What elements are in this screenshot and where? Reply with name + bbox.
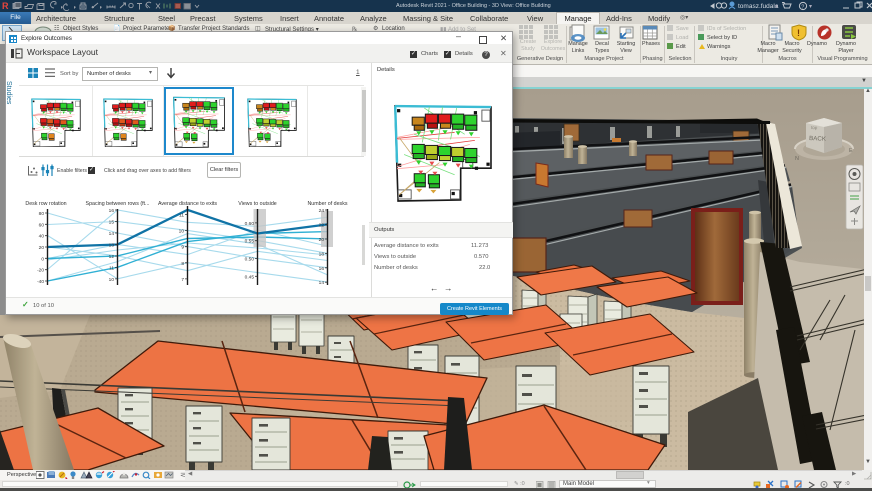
svg-text:12: 12 <box>109 254 115 260</box>
svg-text:!: ! <box>797 28 800 38</box>
svg-text:0.55: 0.55 <box>245 239 255 245</box>
svg-text:11: 11 <box>109 265 114 271</box>
svg-text:N: N <box>795 156 799 162</box>
svg-text:15: 15 <box>109 220 115 226</box>
svg-text:40: 40 <box>39 234 45 240</box>
svg-text:0.60: 0.60 <box>245 221 255 227</box>
svg-text:Views to outside: Views to outside <box>238 201 277 207</box>
svg-text:60: 60 <box>39 222 45 228</box>
svg-text:Spacing between rows (ft...: Spacing between rows (ft... <box>86 201 150 207</box>
svg-text:18: 18 <box>319 251 325 257</box>
svg-text:IDs of Selection: IDs of Selection <box>707 26 746 32</box>
svg-text:22: 22 <box>319 223 325 229</box>
svg-text:80: 80 <box>39 211 45 217</box>
svg-text:Warnings: Warnings <box>707 44 731 50</box>
svg-text:16: 16 <box>109 208 115 214</box>
svg-text:0.45: 0.45 <box>245 274 255 280</box>
svg-text:▾: ▾ <box>775 4 778 10</box>
svg-text:7: 7 <box>181 277 184 283</box>
svg-text:tomasz.fudala: tomasz.fudala <box>738 3 779 10</box>
svg-text:14: 14 <box>109 231 115 237</box>
svg-text:Edit: Edit <box>676 44 686 50</box>
svg-text:E: E <box>849 148 853 154</box>
svg-text:Save: Save <box>676 26 689 32</box>
svg-text:top: top <box>811 125 818 130</box>
svg-text:20: 20 <box>319 237 325 243</box>
svg-text:BACK: BACK <box>809 135 827 143</box>
svg-text:0.50: 0.50 <box>245 257 255 263</box>
svg-text:-40: -40 <box>37 279 44 285</box>
svg-text:-20: -20 <box>37 268 44 274</box>
svg-text:Select by ID: Select by ID <box>707 35 737 41</box>
svg-text:13: 13 <box>109 243 115 249</box>
svg-text:▾: ▾ <box>809 4 812 10</box>
svg-text:Load: Load <box>676 35 688 41</box>
svg-text:?: ? <box>801 4 804 10</box>
svg-text:Number of desks: Number of desks <box>307 201 347 207</box>
svg-text:10: 10 <box>109 277 115 283</box>
svg-text:24: 24 <box>319 208 325 214</box>
svg-text:Desk row rotation: Desk row rotation <box>25 201 66 207</box>
svg-text:10: 10 <box>179 229 185 235</box>
svg-text:16: 16 <box>319 266 325 272</box>
svg-text:8: 8 <box>181 261 184 267</box>
svg-text:14: 14 <box>319 280 325 286</box>
svg-text:9: 9 <box>181 245 184 251</box>
svg-text:20: 20 <box>39 245 45 251</box>
svg-text:0: 0 <box>41 256 44 262</box>
svg-text:11: 11 <box>179 212 184 218</box>
